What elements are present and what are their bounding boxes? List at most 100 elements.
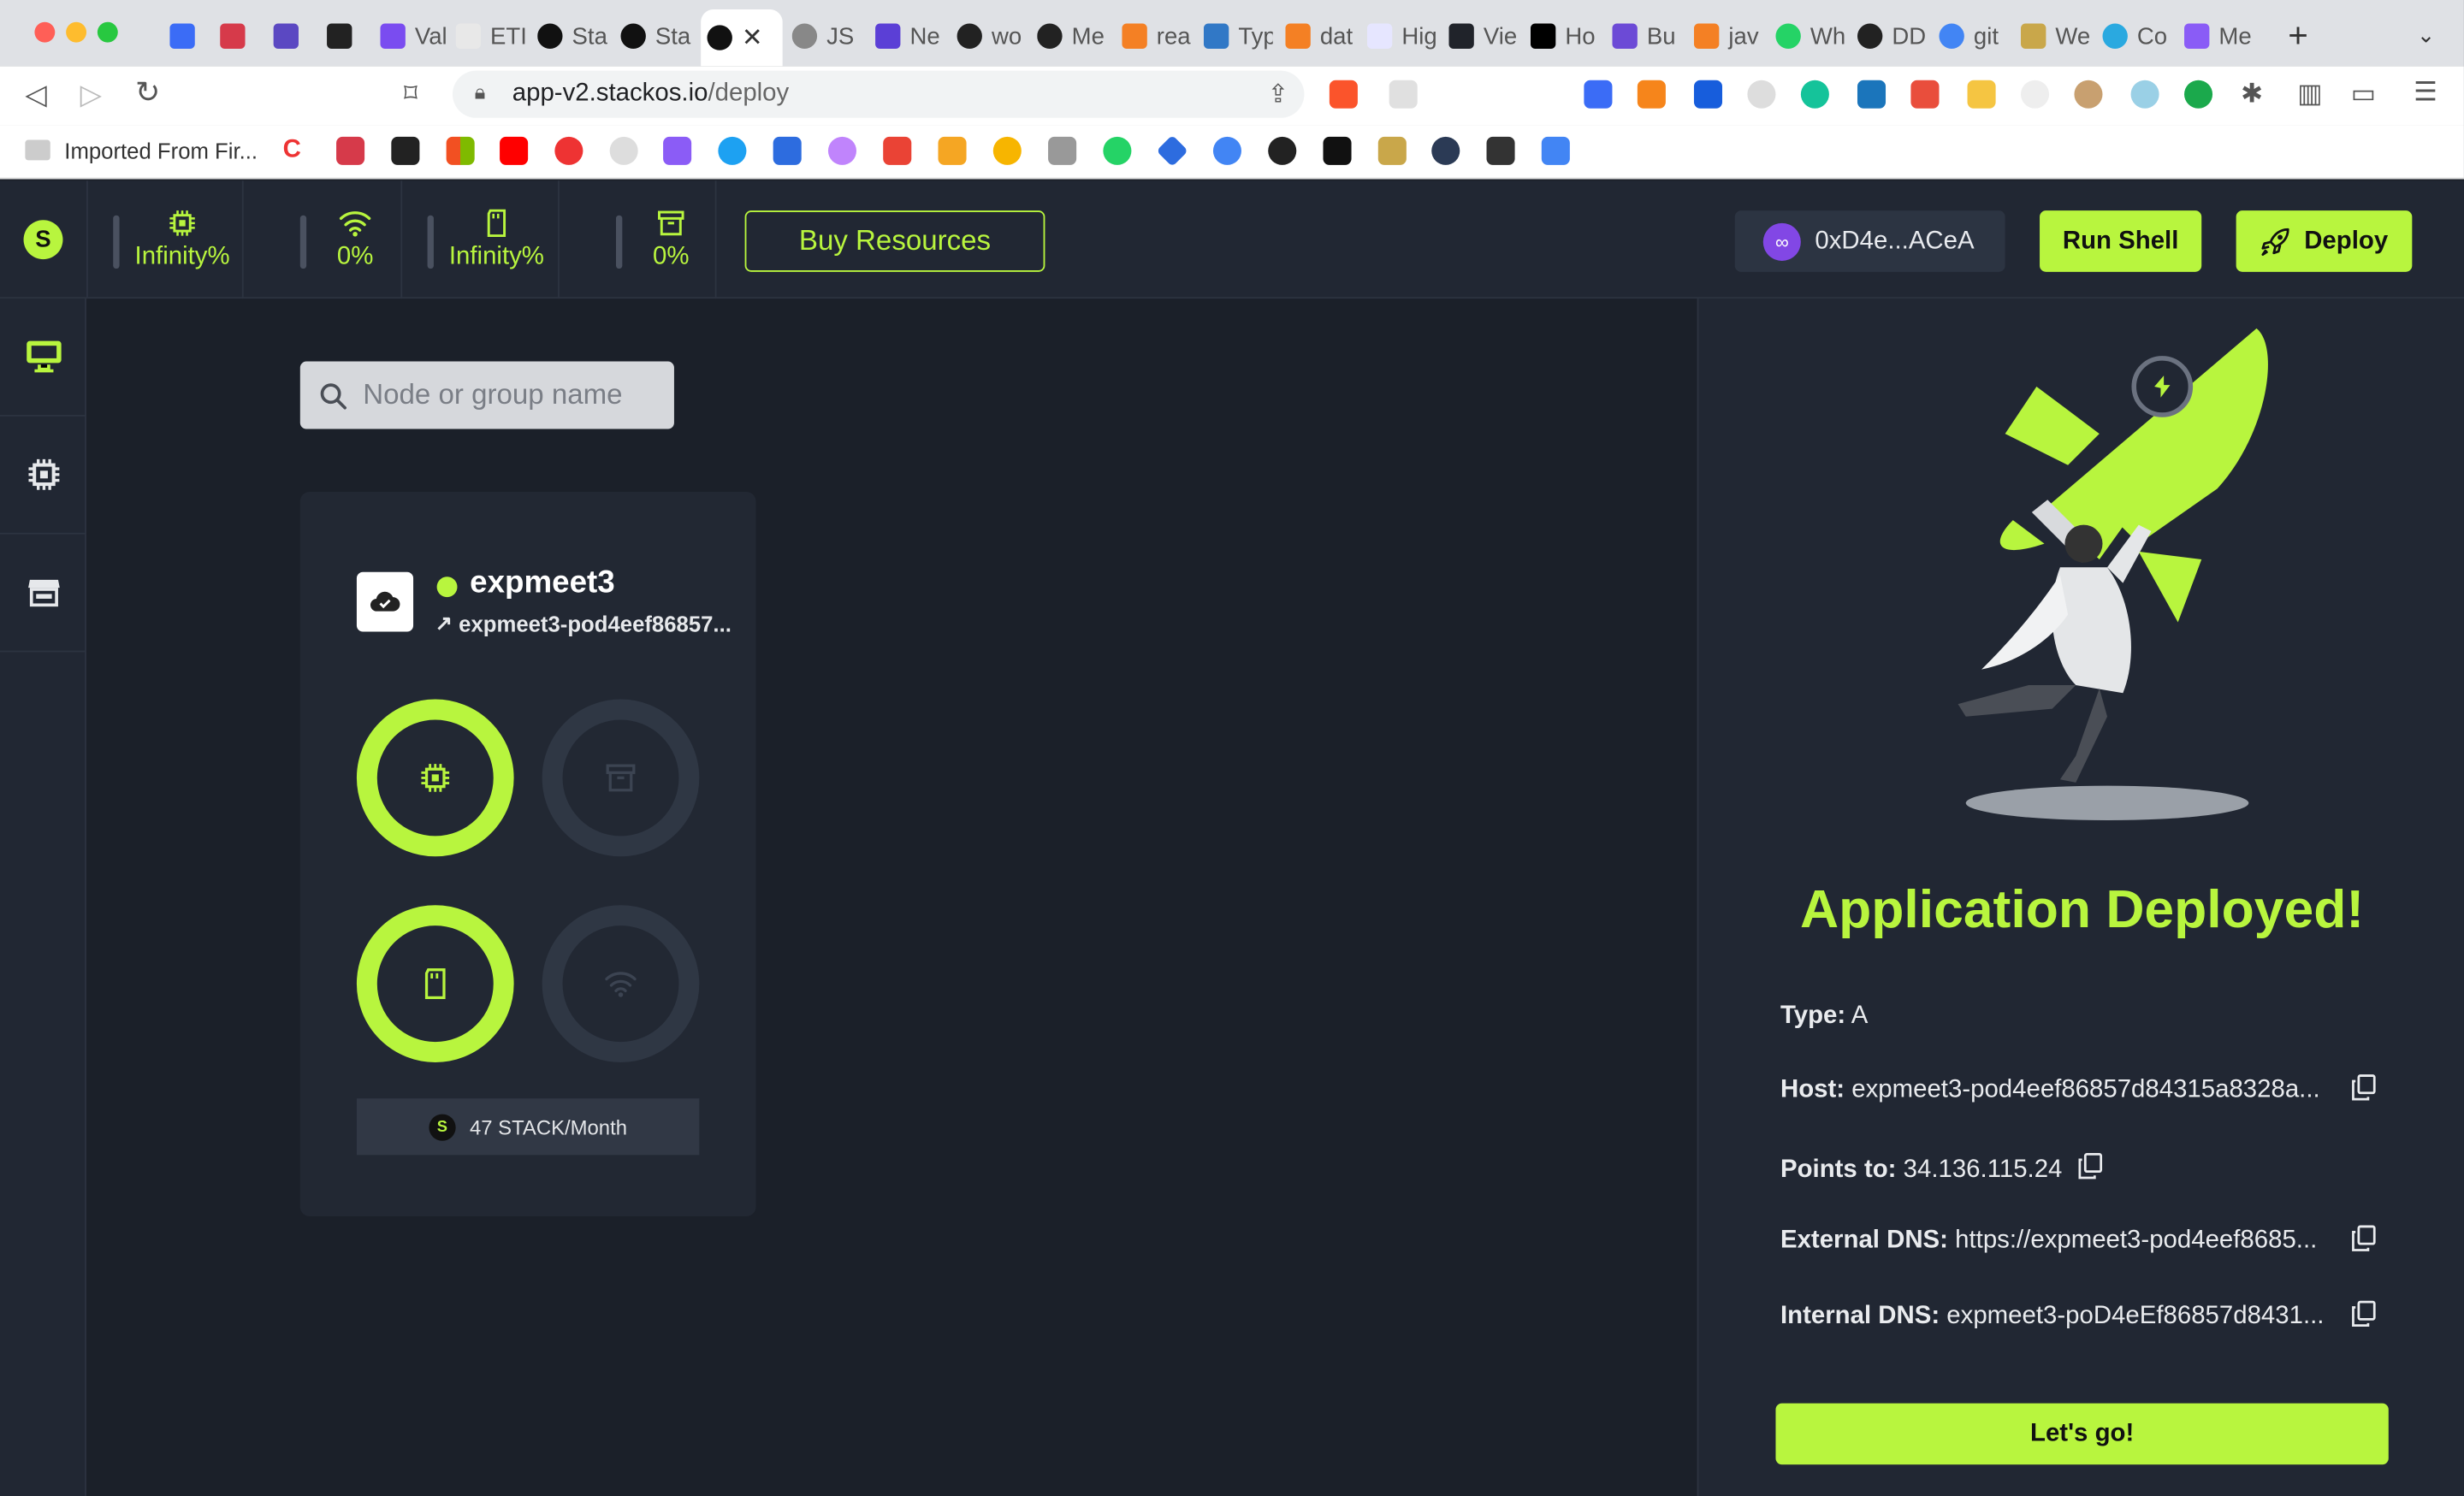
browser-tab[interactable]: rea (1122, 13, 1191, 60)
bookmark-icon[interactable] (336, 136, 365, 165)
browser-tab[interactable]: Wh (1775, 13, 1845, 60)
bookmark-icon[interactable] (1323, 136, 1352, 165)
browser-tab[interactable]: Me (2184, 13, 2254, 60)
bookmark-icon[interactable]: ⌑ (404, 80, 418, 107)
browser-tab[interactable]: JS (791, 13, 862, 60)
github-icon[interactable] (609, 136, 638, 165)
browser-tab[interactable]: Sta (537, 13, 609, 60)
bookmark-icon[interactable] (1268, 136, 1297, 165)
extension-icon[interactable] (2074, 80, 2103, 109)
google-icon[interactable] (1212, 136, 1241, 165)
extension-icon[interactable] (1910, 80, 1940, 109)
browser-tab[interactable]: Ho (1530, 13, 1600, 60)
back-icon[interactable]: ◁ (25, 80, 46, 109)
browser-tab-active[interactable]: ✕ (701, 9, 783, 67)
sidebar-item-resources[interactable] (0, 417, 87, 535)
buy-resources-button[interactable]: Buy Resources (744, 210, 1045, 272)
sidebar-item-marketplace[interactable] (0, 535, 87, 653)
brave-shield-icon[interactable] (1329, 80, 1358, 109)
extension-icon[interactable] (2020, 80, 2050, 109)
browser-tab[interactable]: Vie (1448, 13, 1518, 60)
bookmark-icon[interactable] (938, 136, 967, 165)
browser-tab[interactable]: Me (1037, 13, 1109, 60)
brave-rewards-icon[interactable] (1389, 80, 1418, 109)
sidebar-toggle-icon[interactable]: ▥ (2297, 80, 2323, 107)
extension-icon[interactable] (2130, 80, 2159, 109)
google-docs-icon[interactable] (1541, 136, 1570, 165)
bookmark-icon[interactable] (992, 136, 1022, 165)
node-link[interactable]: ↗ expmeet3-pod4eef86857... (435, 612, 732, 636)
extension-icon[interactable] (1584, 80, 1613, 109)
browser-tab[interactable]: We (2020, 13, 2090, 60)
browser-tab[interactable]: DD (1857, 13, 1927, 60)
new-tab-icon[interactable]: + (2288, 18, 2308, 53)
browser-tab[interactable] (169, 13, 204, 60)
bookmark-icon[interactable] (827, 136, 857, 165)
wallet-icon[interactable]: ▭ (2351, 80, 2377, 107)
run-shell-button[interactable]: Run Shell (2040, 210, 2202, 272)
bitwarden-icon[interactable] (1693, 80, 1723, 109)
browser-tab[interactable] (327, 13, 361, 60)
browser-tab[interactable]: Sta (620, 13, 692, 60)
minimize-window-button[interactable] (66, 21, 87, 43)
tab-list-chevron-icon[interactable]: ⌄ (2417, 24, 2436, 46)
whatsapp-icon[interactable] (1103, 136, 1132, 165)
reload-icon[interactable]: ↻ (135, 79, 160, 109)
deploy-button[interactable]: Deploy (2236, 210, 2413, 272)
browser-tab[interactable] (273, 13, 308, 60)
close-window-button[interactable] (34, 21, 56, 43)
microsoft-icon[interactable] (446, 136, 475, 165)
address-bar[interactable]: 🔒︎ app-v2.stackos.io/deploy ⇪ (452, 70, 1305, 118)
browser-tab[interactable]: Typ (1203, 13, 1273, 60)
browser-tab[interactable]: ETI (455, 13, 524, 60)
bookmark-folder[interactable]: Imported From Fir... (64, 139, 258, 163)
extension-icon[interactable] (1967, 80, 1996, 109)
copy-external-dns-icon[interactable] (2349, 1224, 2378, 1252)
browser-tab[interactable]: wo (957, 13, 1027, 60)
menu-icon[interactable]: ☰ (2414, 79, 2437, 105)
sidebar-item-deploy[interactable] (0, 299, 87, 417)
extensions-puzzle-icon[interactable]: ✱ (2241, 80, 2263, 107)
type-label: Type: (1780, 1002, 1846, 1030)
bookmark-icon[interactable] (663, 136, 692, 165)
bookmark-icon[interactable] (554, 136, 583, 165)
browser-tab[interactable]: dat (1285, 13, 1354, 60)
browser-tab[interactable]: jav (1693, 13, 1763, 60)
browser-tab[interactable]: Val (380, 13, 449, 60)
deploy-success-panel: Application Deployed! Type: A Host: expm… (1697, 299, 2464, 1496)
bookmark-icon[interactable] (1377, 136, 1407, 165)
youtube-icon[interactable] (500, 136, 529, 165)
extension-icon[interactable] (1857, 80, 1886, 109)
bookmark-icon-c[interactable]: C (283, 137, 311, 165)
close-tab-icon[interactable]: ✕ (742, 22, 763, 54)
bookmark-icon[interactable] (1048, 136, 1077, 165)
metamask-icon[interactable] (1637, 80, 1666, 109)
share-icon[interactable]: ⇪ (1267, 79, 1288, 110)
bookmark-icon[interactable] (773, 136, 802, 165)
zoom-window-button[interactable] (97, 21, 118, 43)
bookmark-icon[interactable] (391, 136, 420, 165)
lets-go-button[interactable]: Let's go! (1775, 1403, 2389, 1465)
search-input[interactable] (363, 378, 662, 412)
copy-ip-icon[interactable] (2076, 1152, 2104, 1180)
extension-icon[interactable] (2184, 80, 2213, 109)
bookmark-icon[interactable] (1486, 136, 1515, 165)
copy-host-icon[interactable] (2349, 1073, 2378, 1102)
browser-tab[interactable]: Co (2102, 13, 2172, 60)
browser-tab[interactable]: Ne (875, 13, 945, 60)
node-search[interactable] (299, 361, 674, 429)
cloud-icon[interactable] (1747, 80, 1776, 109)
browser-tab[interactable] (220, 13, 254, 60)
wallet-address-button[interactable]: ∞ 0xD4e...ACeA (1734, 210, 2005, 272)
gmail-icon[interactable] (883, 136, 912, 165)
browser-tab[interactable]: git (1939, 13, 2008, 60)
browser-tab[interactable]: Bu (1612, 13, 1681, 60)
node-card[interactable]: expmeet3 ↗ expmeet3-pod4eef86857... S 47 … (299, 492, 756, 1216)
twitter-icon[interactable] (718, 136, 747, 165)
browser-tab[interactable]: Hig (1366, 13, 1436, 60)
bookmark-icon[interactable] (1431, 136, 1460, 165)
forward-icon[interactable]: ▷ (80, 80, 102, 109)
stackos-logo[interactable]: S (23, 220, 63, 260)
copy-internal-dns-icon[interactable] (2349, 1299, 2378, 1327)
grammarly-icon[interactable] (1800, 80, 1829, 109)
